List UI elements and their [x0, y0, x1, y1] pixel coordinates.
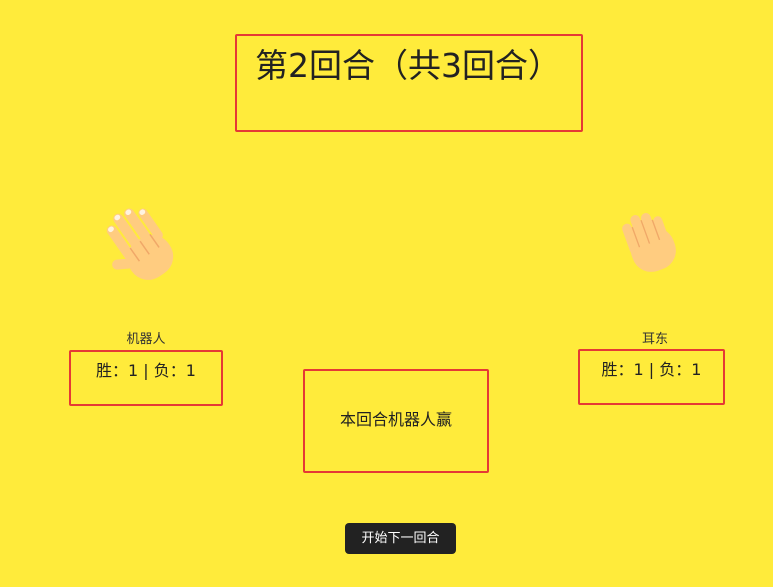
- round-result-box: 本回合机器人赢: [303, 369, 489, 473]
- waving-open-hand-icon: [100, 200, 190, 290]
- robot-score-box: 胜：1 | 负：1: [69, 350, 223, 406]
- player-name-user: 耳东: [641, 332, 668, 347]
- player-name-robot: 机器人: [126, 332, 166, 347]
- user-score-box: 胜：1 | 负：1: [578, 349, 725, 405]
- raised-back-of-hand-icon: [612, 202, 702, 292]
- round-info-box: 第2回合（共3回合）: [235, 34, 583, 132]
- next-round-button[interactable]: 开始下一回合: [345, 523, 456, 554]
- round-title: 第2回合（共3回合）: [255, 46, 561, 85]
